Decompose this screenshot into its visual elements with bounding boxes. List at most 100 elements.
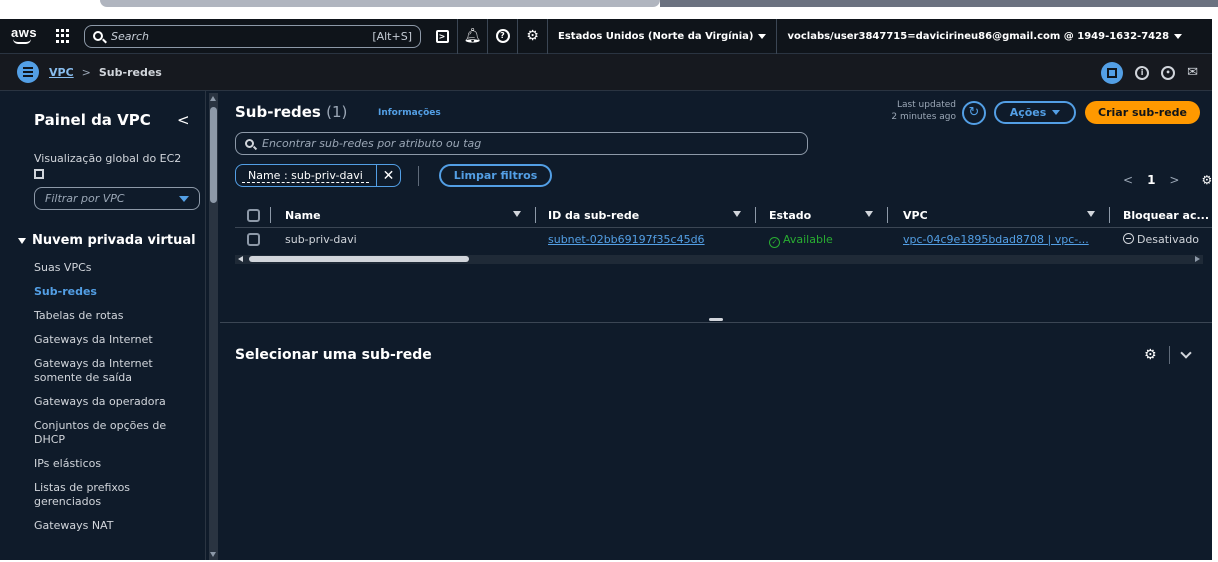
bell-icon: 🔔︎ bbox=[463, 28, 482, 44]
external-link-icon bbox=[34, 169, 44, 179]
column-divider[interactable] bbox=[535, 207, 536, 223]
scrollbar-thumb[interactable] bbox=[249, 256, 469, 262]
scroll-left-icon[interactable] bbox=[238, 256, 243, 262]
global-search-input[interactable]: Search [Alt+S] bbox=[84, 24, 421, 48]
row-block-text: Desativado bbox=[1137, 233, 1200, 246]
breadcrumb-bar: VPC > Sub-redes i • ✉ bbox=[0, 54, 1212, 91]
sidebar-item-gateways-saida[interactable]: Gateways da Internet somente de saída bbox=[34, 357, 194, 385]
gear-icon: ⚙ bbox=[526, 28, 539, 44]
select-all-checkbox[interactable] bbox=[247, 209, 260, 222]
sidebar-item-prefixos[interactable]: Listas de prefixos gerenciados bbox=[34, 481, 194, 509]
col-header-name[interactable]: Name bbox=[285, 209, 321, 222]
dropdown-caret-icon bbox=[179, 196, 189, 202]
navigation-menu-button[interactable] bbox=[17, 61, 39, 83]
collapse-chevron-icon[interactable] bbox=[1179, 347, 1192, 359]
clear-filters-button[interactable]: Limpar filtros bbox=[439, 164, 552, 187]
global-view-label: Visualização global do EC2 bbox=[34, 152, 182, 165]
last-updated-label: Last updated bbox=[896, 100, 956, 110]
cloudshell-button[interactable]: > bbox=[427, 19, 457, 54]
row-vpc-link[interactable]: vpc-04c9e1895bdad8708 | vpc-... bbox=[903, 233, 1095, 246]
info-icon[interactable]: i bbox=[1135, 65, 1150, 80]
sidebar-item-dhcp[interactable]: Conjuntos de opções de DHCP bbox=[34, 419, 194, 447]
remove-filter-icon[interactable]: ✕ bbox=[376, 165, 400, 186]
column-divider[interactable] bbox=[887, 207, 888, 223]
split-panel-drag-handle[interactable] bbox=[709, 318, 723, 321]
row-name: sub-priv-davi bbox=[285, 233, 357, 246]
breadcrumb-vpc-link[interactable]: VPC bbox=[49, 66, 74, 79]
help-button[interactable]: ? bbox=[487, 18, 517, 54]
sidebar-item-suas-vpcs[interactable]: Suas VPCs bbox=[34, 261, 194, 275]
split-panel-settings-icon[interactable]: ⚙ bbox=[1144, 347, 1157, 363]
breadcrumb-actions: i • ✉ bbox=[1101, 54, 1198, 91]
scrollbar-thumb[interactable] bbox=[210, 107, 217, 203]
split-panel-toggle-button[interactable] bbox=[1101, 61, 1124, 84]
sidebar-title: Painel da VPC bbox=[34, 111, 151, 129]
region-label: Estados Unidos (Norte da Virgínia) bbox=[558, 30, 754, 42]
filter-token[interactable]: Name : sub-priv-davi ✕ bbox=[235, 164, 401, 187]
table-header: Name ID da sub-rede Estado VPC Bloquear … bbox=[235, 205, 1212, 228]
col-header-block[interactable]: Bloquear ac... bbox=[1123, 209, 1212, 222]
title-text: Sub-redes bbox=[235, 103, 321, 121]
create-subnet-button[interactable]: Criar sub-rede bbox=[1085, 101, 1200, 124]
refresh-button[interactable]: ↻ bbox=[962, 101, 986, 125]
col-header-subnet-id[interactable]: ID da sub-rede bbox=[548, 209, 639, 222]
sidebar-item-gateways-internet[interactable]: Gateways da Internet bbox=[34, 333, 194, 347]
col-header-state[interactable]: Estado bbox=[769, 209, 811, 222]
services-grid-icon[interactable] bbox=[56, 29, 70, 43]
column-divider[interactable] bbox=[1109, 207, 1110, 223]
sort-icon[interactable] bbox=[1087, 211, 1095, 217]
sidebar-item-gateways-nat[interactable]: Gateways NAT bbox=[34, 519, 194, 533]
info-link[interactable]: Informações bbox=[378, 108, 441, 118]
sidebar-global-view-link[interactable]: Visualização global do EC2 bbox=[34, 151, 194, 183]
sidebar-item-sub-redes[interactable]: Sub-redes bbox=[34, 285, 194, 299]
subnet-search-input[interactable]: Encontrar sub-redes por atributo ou tag bbox=[235, 132, 808, 155]
aws-logo[interactable]: aws bbox=[8, 25, 38, 46]
sort-icon[interactable] bbox=[865, 211, 873, 217]
table-horizontal-scrollbar[interactable] bbox=[235, 255, 1203, 264]
help-icon: ? bbox=[495, 29, 510, 43]
scroll-up-icon[interactable] bbox=[210, 96, 216, 101]
breadcrumb-separator-icon: > bbox=[81, 65, 91, 79]
aws-smile-icon bbox=[13, 39, 31, 44]
sort-icon[interactable] bbox=[513, 211, 521, 217]
pagination: < 1 > ⚙ bbox=[1123, 173, 1212, 187]
actions-label: Ações bbox=[1009, 106, 1047, 119]
row-checkbox[interactable] bbox=[247, 233, 260, 246]
sidebar-item-ips-elasticos[interactable]: IPs elásticos bbox=[34, 457, 194, 471]
settings-button[interactable]: ⚙ bbox=[517, 18, 547, 54]
close-sidebar-icon[interactable]: < bbox=[177, 111, 190, 129]
scroll-down-icon[interactable] bbox=[210, 552, 216, 557]
col-header-vpc[interactable]: VPC bbox=[903, 209, 928, 222]
sidebar-item-gateways-operadora[interactable]: Gateways da operadora bbox=[34, 395, 194, 409]
chevron-down-icon bbox=[758, 33, 767, 39]
row-subnet-id-link[interactable]: subnet-02bb69197f35c45d6 bbox=[548, 233, 705, 246]
notifications-button[interactable]: 🔔︎ bbox=[457, 18, 487, 54]
subnets-table-panel: Sub-redes (1) Informações Last updated 2… bbox=[220, 91, 1212, 291]
sidebar-item-tabelas-de-rotas[interactable]: Tabelas de rotas bbox=[34, 309, 194, 323]
table-settings-icon[interactable]: ⚙ bbox=[1201, 173, 1212, 187]
account-menu[interactable]: voclabs/user3847715=davicirineu86@gmail.… bbox=[776, 18, 1192, 54]
split-panel-divider bbox=[220, 322, 1212, 323]
actions-button[interactable]: Ações bbox=[994, 101, 1076, 124]
row-state-text: Available bbox=[783, 233, 833, 246]
aws-logo-text: aws bbox=[11, 25, 38, 40]
vpc-filter-select[interactable]: Filtrar por VPC bbox=[34, 187, 200, 210]
filter-token-label[interactable]: Name : sub-priv-davi bbox=[242, 169, 369, 183]
row-state: ✓ Available bbox=[769, 233, 833, 248]
table-row[interactable]: sub-priv-davi subnet-02bb69197f35c45d6 ✓… bbox=[235, 229, 1212, 252]
feedback-icon[interactable]: ✉ bbox=[1187, 65, 1198, 80]
sidebar-section-header[interactable]: Nuvem privada virtual bbox=[18, 233, 196, 248]
compass-icon[interactable]: • bbox=[1161, 65, 1176, 80]
current-page[interactable]: 1 bbox=[1147, 173, 1155, 187]
sort-icon[interactable] bbox=[733, 211, 741, 217]
region-selector[interactable]: Estados Unidos (Norte da Virgínia) bbox=[547, 18, 776, 54]
sidebar-scrollbar[interactable] bbox=[209, 93, 218, 560]
next-page-icon[interactable]: > bbox=[1169, 173, 1179, 187]
row-block: Desativado bbox=[1123, 233, 1212, 246]
scroll-right-icon[interactable] bbox=[1195, 256, 1200, 262]
chevron-down-icon bbox=[1052, 110, 1061, 115]
last-updated-value: 2 minutes ago bbox=[891, 112, 956, 122]
column-divider[interactable] bbox=[755, 207, 756, 223]
chevron-down-icon bbox=[1174, 33, 1183, 39]
prev-page-icon[interactable]: < bbox=[1123, 173, 1133, 187]
